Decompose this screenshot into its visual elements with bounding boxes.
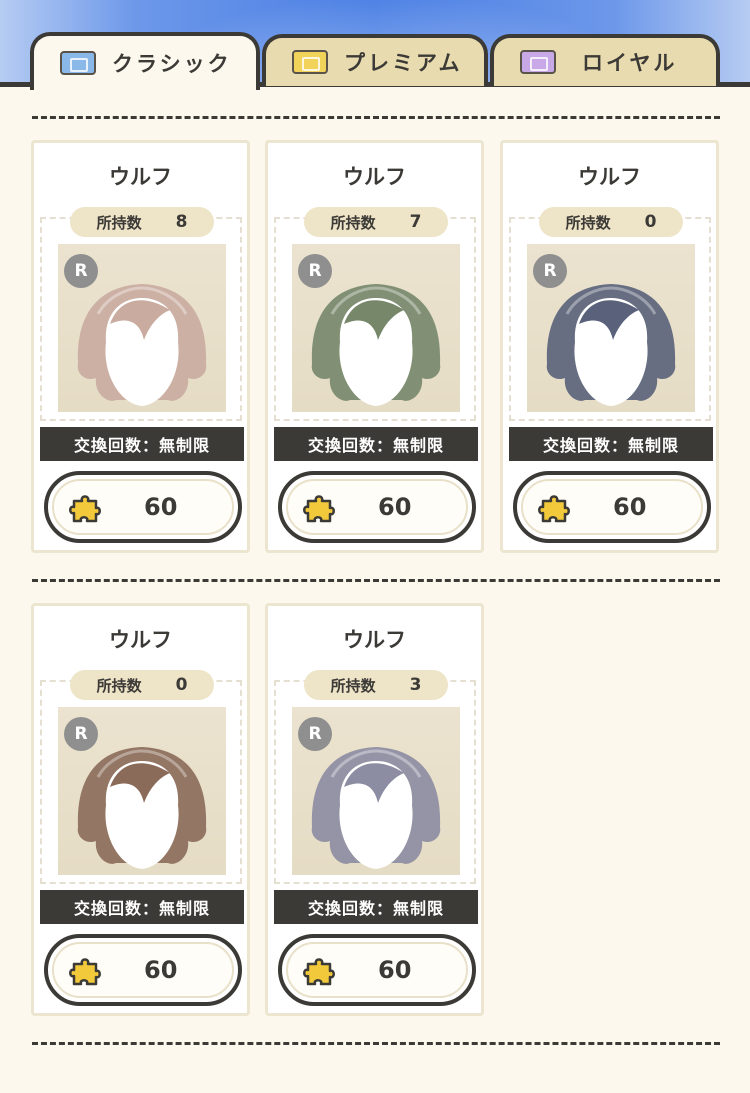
exchange-button[interactable]: 60 (278, 934, 476, 1006)
item-name: ウルフ (109, 165, 172, 189)
hair-portrait: R (292, 244, 460, 412)
item-name: ウルフ (343, 628, 406, 652)
row-divider (32, 116, 720, 119)
ticket-icon (292, 50, 328, 74)
row-divider (32, 579, 720, 582)
item-name: ウルフ (109, 628, 172, 652)
owned-label: 所持数 (330, 213, 376, 232)
hair-portrait: R (58, 244, 226, 412)
owned-count-badge: 所持数 8 (70, 207, 214, 237)
owned-count-badge: 所持数 7 (304, 207, 448, 237)
owned-count-badge: 所持数 0 (70, 670, 214, 700)
row-divider (32, 1042, 720, 1045)
tab-premium[interactable]: プレミアム (262, 34, 488, 86)
owned-label: 所持数 (96, 676, 142, 695)
owned-label: 所持数 (96, 213, 142, 232)
item-card[interactable]: ウルフ 所持数 0 R 交換回数：無制限 60 (500, 140, 719, 553)
price-value: 60 (378, 956, 412, 984)
owned-count: 3 (409, 675, 422, 695)
item-card[interactable]: ウルフ 所持数 7 R 交換回数：無制限 60 (265, 140, 484, 553)
hair-portrait: R (527, 244, 695, 412)
ticket-icon (520, 50, 556, 74)
owned-label: 所持数 (330, 676, 376, 695)
exchange-limit: 交換回数：無制限 (40, 427, 244, 461)
puzzle-piece-icon (303, 495, 335, 523)
item-card[interactable]: ウルフ 所持数 8 R 交換回数：無制限 60 (31, 140, 250, 553)
price-value: 60 (144, 493, 178, 521)
rarity-badge: R (64, 254, 98, 288)
exchange-limit: 交換回数：無制限 (40, 890, 244, 924)
tab-classic[interactable]: クラシック (30, 32, 260, 90)
rarity-badge: R (298, 717, 332, 751)
exchange-limit: 交換回数：無制限 (274, 427, 478, 461)
item-name: ウルフ (578, 165, 641, 189)
owned-count: 8 (175, 212, 188, 232)
item-card[interactable]: ウルフ 所持数 3 R 交換回数：無制限 60 (265, 603, 484, 1016)
exchange-button[interactable]: 60 (44, 471, 242, 543)
owned-count: 0 (644, 212, 657, 232)
price-value: 60 (378, 493, 412, 521)
tab-label: ロイヤル (582, 51, 678, 75)
price-value: 60 (144, 956, 178, 984)
exchange-button[interactable]: 60 (278, 471, 476, 543)
owned-count-badge: 所持数 0 (539, 207, 683, 237)
owned-count-badge: 所持数 3 (304, 670, 448, 700)
tab-royal[interactable]: ロイヤル (490, 34, 720, 86)
puzzle-piece-icon (69, 958, 101, 986)
owned-count: 7 (409, 212, 422, 232)
tab-label: クラシック (112, 52, 232, 76)
rarity-badge: R (298, 254, 332, 288)
exchange-limit: 交換回数：無制限 (274, 890, 478, 924)
exchange-button[interactable]: 60 (44, 934, 242, 1006)
puzzle-piece-icon (69, 495, 101, 523)
price-value: 60 (613, 493, 647, 521)
tab-label: プレミアム (344, 51, 463, 75)
puzzle-piece-icon (538, 495, 570, 523)
exchange-limit: 交換回数：無制限 (509, 427, 713, 461)
hair-portrait: R (58, 707, 226, 875)
hair-portrait: R (292, 707, 460, 875)
puzzle-piece-icon (303, 958, 335, 986)
owned-label: 所持数 (565, 213, 611, 232)
owned-count: 0 (175, 675, 188, 695)
item-card[interactable]: ウルフ 所持数 0 R 交換回数：無制限 60 (31, 603, 250, 1016)
rarity-badge: R (533, 254, 567, 288)
rarity-badge: R (64, 717, 98, 751)
ticket-icon (60, 51, 96, 75)
item-name: ウルフ (343, 165, 406, 189)
exchange-button[interactable]: 60 (513, 471, 711, 543)
